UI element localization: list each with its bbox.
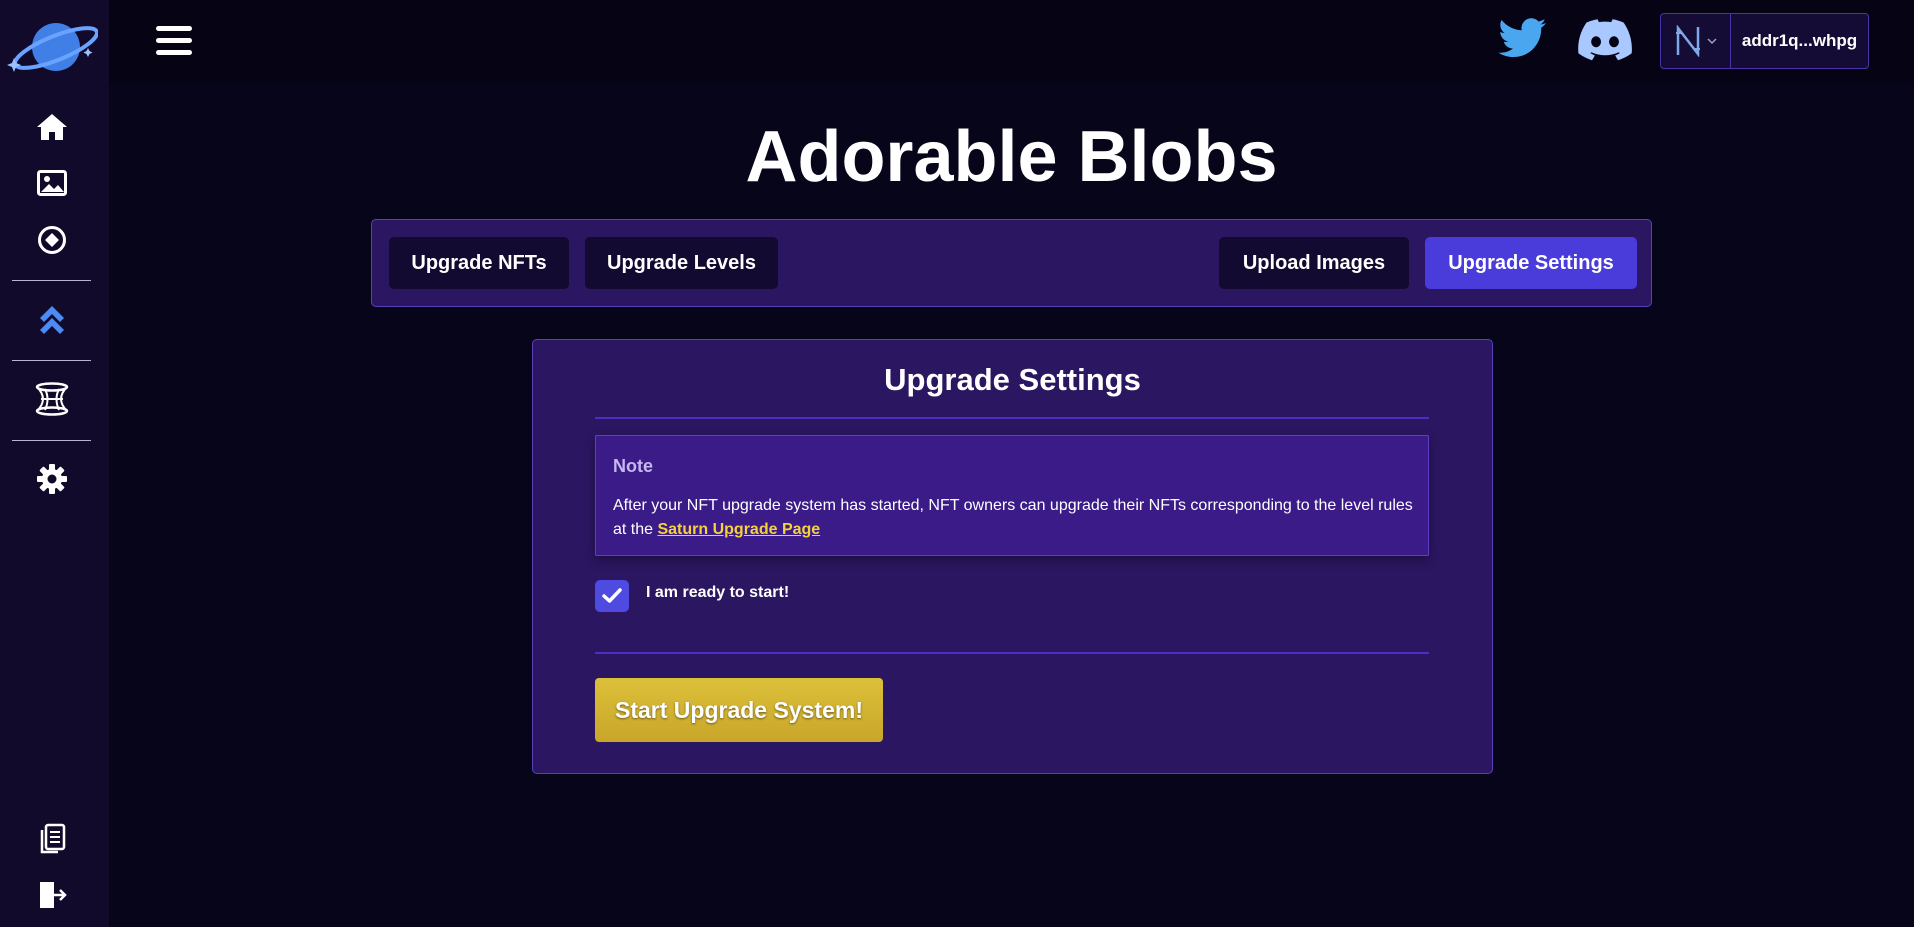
image-icon[interactable] — [33, 164, 71, 202]
wallet-network-selector[interactable] — [1661, 14, 1731, 68]
upgrade-settings-card: Upgrade Settings Note After your NFT upg… — [532, 339, 1493, 774]
note-title: Note — [613, 456, 653, 476]
sidebar-divider — [12, 360, 91, 361]
note-body: After your NFT upgrade system has starte… — [613, 494, 1418, 542]
tab-upgrade-settings[interactable]: Upgrade Settings — [1425, 237, 1637, 289]
gear-icon[interactable] — [33, 460, 71, 498]
wallet-button[interactable]: addr1q...whpg — [1660, 13, 1869, 69]
sidebar — [0, 0, 109, 927]
note-box: Note After your NFT upgrade system has s… — [595, 435, 1429, 556]
twitter-icon[interactable] — [1498, 18, 1548, 62]
tab-upgrade-nfts[interactable]: Upgrade NFTs — [389, 237, 569, 289]
ready-checkbox[interactable] — [595, 580, 629, 612]
tab-upload-images[interactable]: Upload Images — [1219, 237, 1409, 289]
warp-icon[interactable] — [33, 380, 71, 418]
checkmark-icon — [602, 588, 622, 603]
home-icon[interactable] — [33, 108, 71, 146]
documents-icon[interactable] — [33, 820, 71, 858]
ready-checkbox-label: I am ready to start! — [646, 584, 790, 601]
start-upgrade-button[interactable]: Start Upgrade System! — [595, 678, 883, 742]
circle-dot-icon[interactable] — [33, 221, 71, 259]
wallet-address: addr1q...whpg — [1741, 31, 1858, 50]
sidebar-divider — [12, 440, 91, 441]
sidebar-divider — [12, 280, 91, 281]
logout-icon[interactable] — [33, 876, 71, 914]
top-header: addr1q...whpg — [109, 0, 1914, 84]
tab-bar: Upgrade NFTs Upgrade Levels Upload Image… — [371, 219, 1652, 307]
saturn-upgrade-page-link[interactable]: Saturn Upgrade Page — [657, 521, 820, 538]
nami-wallet-icon — [1675, 25, 1700, 57]
card-title: Upgrade Settings — [884, 362, 1141, 397]
chevron-down-icon — [1706, 38, 1717, 45]
saturn-logo[interactable] — [6, 18, 100, 76]
discord-icon[interactable] — [1578, 19, 1632, 61]
chevrons-up-icon[interactable] — [33, 300, 71, 338]
menu-icon[interactable] — [156, 26, 192, 56]
card-divider — [595, 652, 1429, 654]
card-divider — [595, 417, 1429, 419]
page-title: Adorable Blobs — [745, 117, 1278, 197]
tab-upgrade-levels[interactable]: Upgrade Levels — [585, 237, 778, 289]
